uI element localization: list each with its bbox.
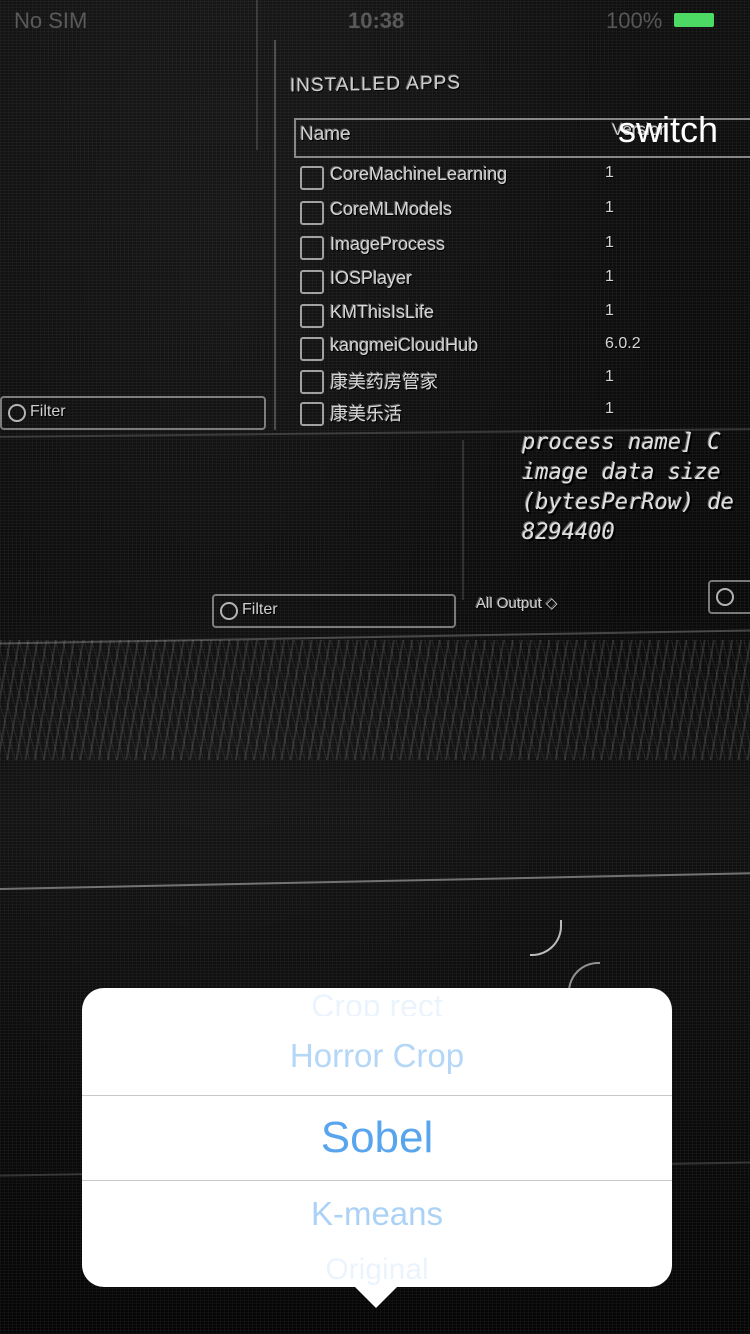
app-version: 6.0.2 [605, 335, 641, 352]
app-row: CoreMachineLearning 1 [300, 162, 750, 192]
filter-icon [716, 588, 734, 606]
app-name: CoreMLModels [330, 199, 453, 219]
checkbox [300, 304, 324, 328]
cable-curve [530, 920, 562, 956]
console-line: 8294400 [522, 520, 615, 545]
app-version: 1 [605, 368, 614, 385]
filter-field-center: Filter [212, 594, 456, 628]
app-row: KMThisIsLife 1 [300, 300, 750, 330]
app-version: 1 [605, 234, 614, 251]
app-version: 1 [605, 268, 614, 285]
checkbox [300, 402, 324, 426]
switch-camera-button[interactable]: switch [618, 110, 718, 150]
picker-option[interactable]: K-means [82, 1194, 672, 1234]
desk-edge [0, 872, 750, 890]
app-row: kangmeiCloudHub 6.0.2 [300, 333, 750, 363]
selection-divider-bottom [82, 1180, 672, 1181]
console-line: image data size [522, 460, 721, 485]
app-name: 康美乐活 [330, 404, 402, 424]
app-version: 1 [605, 400, 614, 417]
console-line: process name] C [522, 430, 721, 455]
filter-label: Filter [242, 601, 278, 618]
filter-picker[interactable]: Crop rect Horror Crop Sobel K-means Orig… [82, 988, 672, 1287]
picker-option[interactable]: Original [82, 1250, 672, 1287]
checkbox [300, 201, 324, 225]
carrier-label: No SIM [14, 8, 88, 33]
monitor-edge [462, 440, 464, 600]
output-selector: All Output ◇ [476, 595, 558, 612]
filter-field-right [708, 580, 750, 614]
app-name: IOSPlayer [330, 268, 413, 288]
selection-divider-top [82, 1095, 672, 1096]
battery-icon [674, 13, 714, 27]
console-line: (bytesPerRow) de [522, 490, 734, 515]
app-row: IOSPlayer 1 [300, 266, 750, 296]
filter-icon [8, 404, 26, 422]
filter-field-left: Filter [0, 396, 266, 430]
filter-icon [220, 602, 238, 620]
app-name: kangmeiCloudHub [330, 335, 479, 355]
app-name: CoreMachineLearning [330, 164, 508, 184]
app-row: CoreMLModels 1 [300, 197, 750, 227]
app-version: 1 [605, 164, 614, 181]
checkbox [300, 370, 324, 394]
battery-percent: 100% [606, 8, 663, 33]
app-row: ImageProcess 1 [300, 232, 750, 262]
column-name-header: Name [300, 124, 351, 145]
picker-option-selected[interactable]: Sobel [82, 1110, 672, 1166]
app-version: 1 [605, 302, 614, 319]
app-row: 康美乐活 1 [300, 398, 750, 428]
picker-option[interactable]: Horror Crop [82, 1034, 672, 1078]
app-row: 康美药房管家 1 [300, 366, 750, 396]
checkbox [300, 166, 324, 190]
status-bar: No SIM 10:38 100% [0, 0, 750, 40]
app-name: ImageProcess [330, 234, 446, 254]
camera-screen: INSTALLED APPS Name Version CoreMachineL… [0, 0, 750, 1334]
console-output: process name] C image data size (bytesPerR… [522, 428, 734, 548]
clock: 10:38 [348, 8, 405, 33]
filter-label: Filter [30, 403, 66, 420]
checkbox [300, 236, 324, 260]
picker-option[interactable]: Crop rect [82, 988, 672, 1016]
app-name: KMThisIsLife [330, 302, 435, 322]
popover-arrow [354, 1286, 398, 1308]
app-version: 1 [605, 199, 614, 216]
app-name: 康美药房管家 [330, 372, 438, 392]
installed-apps-title: INSTALLED APPS [290, 72, 461, 97]
checkbox [300, 337, 324, 361]
grass-texture [0, 640, 750, 760]
monitor-edge [274, 40, 276, 430]
checkbox [300, 270, 324, 294]
